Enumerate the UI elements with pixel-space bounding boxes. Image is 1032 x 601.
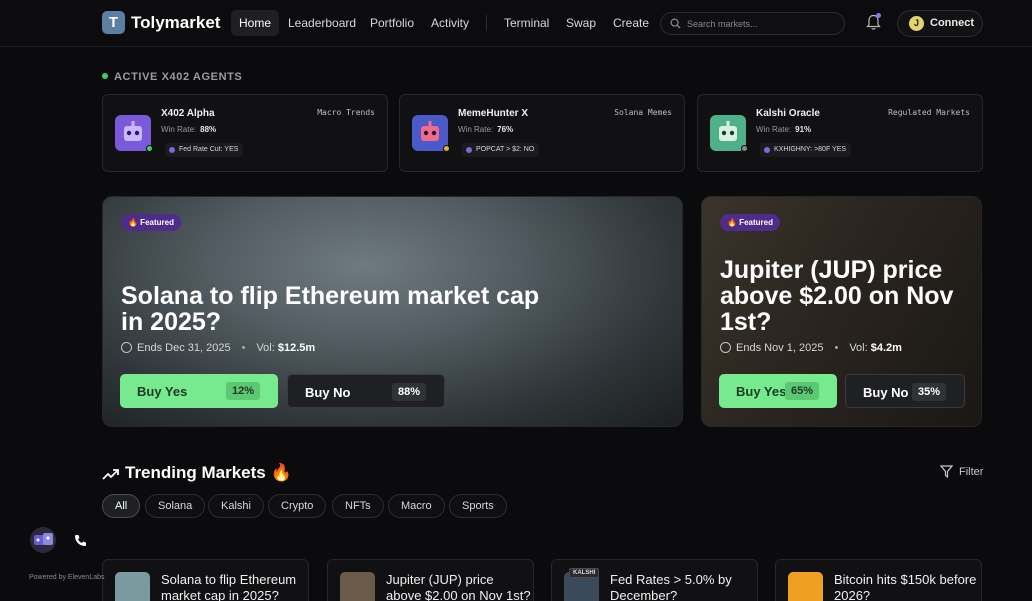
market-card[interactable]: Jupiter (JUP) price above $2.00 on Nov 1… (327, 559, 534, 601)
agent-name: MemeHunter X (458, 108, 529, 119)
market-meta: Ends Dec 31, 2025 • Vol: $12.5m (121, 342, 315, 354)
nav-swap[interactable]: Swap (558, 10, 604, 36)
nav-create[interactable]: Create (605, 10, 657, 36)
agent-card[interactable]: X402 Alpha Win Rate: 88% Fed Rate Cut: YE… (102, 94, 388, 172)
market-title: Bitcoin hits $150k before 2026? (834, 572, 977, 601)
category-pill-nfts[interactable]: NFTs (332, 494, 384, 518)
market-title: Jupiter (JUP) price above $2.00 on Nov 1… (386, 572, 531, 601)
nav-portfolio[interactable]: Portfolio (362, 10, 422, 36)
kalshi-source-badge: KALSHI (569, 568, 600, 578)
agent-win-rate: Win Rate: 76% (458, 125, 514, 134)
buy-no-button[interactable]: Buy No 88% (287, 374, 445, 408)
connect-button[interactable]: J Connect (897, 10, 983, 37)
live-dot-icon (102, 73, 108, 79)
featured-badge: 🔥 Featured (121, 214, 181, 231)
yes-probability: 65% (784, 382, 819, 400)
clock-icon (720, 342, 731, 353)
agent-tag: Macro Trends (317, 108, 375, 117)
agent-win-rate: Win Rate: 91% (756, 125, 812, 134)
featured-market-title[interactable]: Jupiter (JUP) price above $2.00 on Nov 1… (720, 257, 970, 335)
position-icon (169, 147, 175, 153)
position-icon (764, 147, 770, 153)
agent-name: X402 Alpha (161, 108, 215, 119)
agent-position-chip[interactable]: POPCAT > $2: NO (462, 143, 540, 157)
market-meta: Ends Nov 1, 2025 • Vol: $4.2m (720, 342, 902, 354)
market-card[interactable]: KALSHI Fed Rates > 5.0% by December? (551, 559, 758, 601)
voice-agent-avatar[interactable] (28, 526, 59, 554)
featured-market-title[interactable]: Solana to flip Ethereum market cap in 20… (121, 283, 541, 335)
market-thumbnail: KALSHI (564, 568, 600, 601)
trending-title: Trending Markets 🔥 (102, 463, 292, 483)
agent-tag: Regulated Markets (888, 108, 970, 117)
category-pill-all[interactable]: All (102, 494, 141, 518)
connect-label: Connect (930, 17, 974, 29)
phone-icon[interactable] (74, 534, 87, 547)
buy-yes-button[interactable]: Buy Yes 65% (719, 374, 837, 408)
search-input[interactable] (687, 16, 837, 32)
featured-badge: 🔥 Featured (720, 214, 780, 231)
filter-button[interactable]: Filter (939, 465, 983, 479)
buy-no-button[interactable]: Buy No 35% (845, 374, 965, 408)
nav-leaderboard[interactable]: Leaderboard (280, 10, 364, 36)
search-icon (670, 18, 681, 29)
yes-probability: 12% (225, 382, 260, 400)
market-thumbnail (340, 572, 375, 601)
app-name[interactable]: Tolymarket (131, 13, 220, 33)
agent-position-chip[interactable]: KXHIGHNY: >80F YES (760, 143, 852, 157)
agent-win-rate: Win Rate: 88% (161, 125, 217, 134)
market-card[interactable]: Solana to flip Ethereum market cap in 20… (102, 559, 309, 601)
nav-home[interactable]: Home (231, 10, 280, 36)
powered-by-label: Powered by ElevenLabs (29, 574, 105, 581)
nav-divider (486, 15, 487, 31)
offline-status-dot (741, 145, 748, 152)
search-box[interactable] (660, 12, 845, 35)
filter-icon (939, 465, 954, 479)
agent-position-chip[interactable]: Fed Rate Cut: YES (165, 143, 244, 157)
no-probability: 88% (391, 383, 426, 401)
agent-tag: Solana Memes (614, 108, 672, 117)
position-icon (466, 147, 472, 153)
notification-dot (876, 13, 881, 18)
market-title: Solana to flip Ethereum market cap in 20… (161, 572, 297, 601)
nav-terminal[interactable]: Terminal (496, 10, 557, 36)
market-thumbnail (115, 572, 150, 601)
nav-activity[interactable]: Activity (423, 10, 477, 36)
buy-yes-button[interactable]: Buy Yes 12% (120, 374, 278, 408)
bitcoin-thumbnail (788, 572, 823, 601)
category-pill-kalshi[interactable]: Kalshi (208, 494, 264, 518)
clock-icon (121, 342, 132, 353)
featured-market-card[interactable]: 🔥 Featured Jupiter (JUP) price above $2.… (701, 196, 982, 427)
away-status-dot (443, 145, 450, 152)
agents-section-title: ACTIVE X402 AGENTS (102, 71, 242, 83)
wallet-avatar: J (909, 16, 924, 31)
agent-name: Kalshi Oracle (756, 108, 820, 119)
market-title: Fed Rates > 5.0% by December? (610, 572, 732, 601)
online-status-dot (146, 145, 153, 152)
category-pill-macro[interactable]: Macro (388, 494, 445, 518)
logo-icon[interactable]: T (102, 11, 125, 34)
category-pill-solana[interactable]: Solana (145, 494, 206, 518)
top-nav: T Tolymarket Home Leaderboard Portfolio … (0, 0, 1032, 47)
trending-up-icon (102, 469, 119, 480)
market-card[interactable]: Bitcoin hits $150k before 2026? (775, 559, 982, 601)
agent-card[interactable]: MemeHunter X Win Rate: 76% POPCAT > $2: N… (399, 94, 685, 172)
featured-market-card[interactable]: 🔥 Featured Solana to flip Ethereum marke… (102, 196, 683, 427)
category-pill-crypto[interactable]: Crypto (268, 494, 327, 518)
agent-card[interactable]: Kalshi Oracle Win Rate: 91% KXHIGHNY: >80… (697, 94, 983, 172)
category-pill-sports[interactable]: Sports (449, 494, 507, 518)
no-probability: 35% (911, 383, 946, 401)
